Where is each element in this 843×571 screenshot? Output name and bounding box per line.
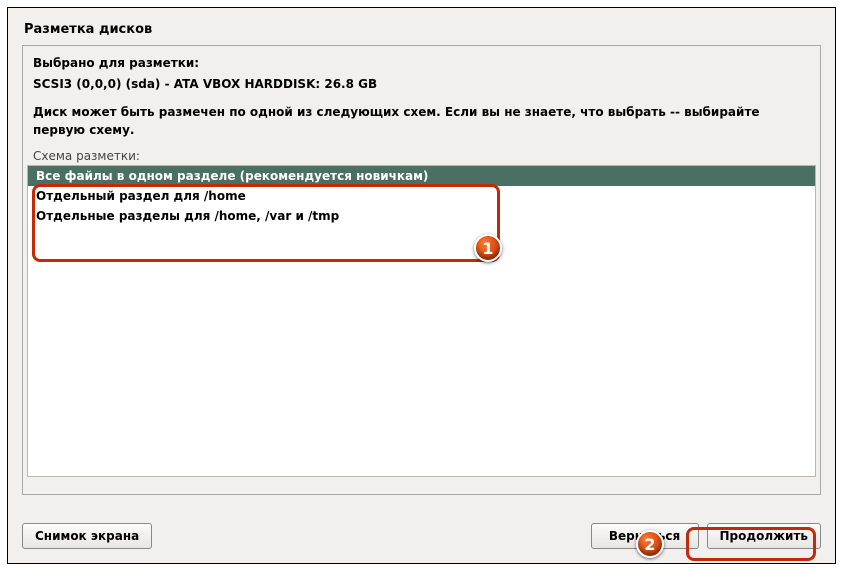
back-button[interactable]: Вернуться	[591, 523, 699, 549]
scheme-option-separate-home-var-tmp[interactable]: Отдельные разделы для /home, /var и /tmp	[28, 206, 815, 226]
info-block: Выбрано для разметки: SCSI3 (0,0,0) (sda…	[23, 46, 820, 145]
scheme-list[interactable]: Все файлы в одном разделе (рекомендуется…	[27, 165, 816, 477]
scheme-label: Схема разметки:	[23, 149, 820, 165]
installer-window: Разметка дисков Выбрано для разметки: SC…	[7, 7, 836, 564]
button-bar: Снимок экрана Продолжить Вернуться	[22, 523, 821, 553]
continue-button[interactable]: Продолжить	[707, 523, 822, 549]
content-panel: Выбрано для разметки: SCSI3 (0,0,0) (sda…	[22, 45, 821, 495]
selected-for-partition-label: Выбрано для разметки:	[33, 54, 810, 73]
scheme-option-all-one-partition[interactable]: Все файлы в одном разделе (рекомендуется…	[28, 166, 815, 186]
window-title: Разметка дисков	[8, 8, 835, 45]
screenshot-button[interactable]: Снимок экрана	[22, 523, 152, 549]
disk-identifier: SCSI3 (0,0,0) (sda) - ATA VBOX HARDDISK:…	[33, 75, 810, 94]
scheme-description: Диск может быть размечен по одной из сле…	[33, 104, 810, 139]
scheme-option-separate-home[interactable]: Отдельный раздел для /home	[28, 186, 815, 206]
